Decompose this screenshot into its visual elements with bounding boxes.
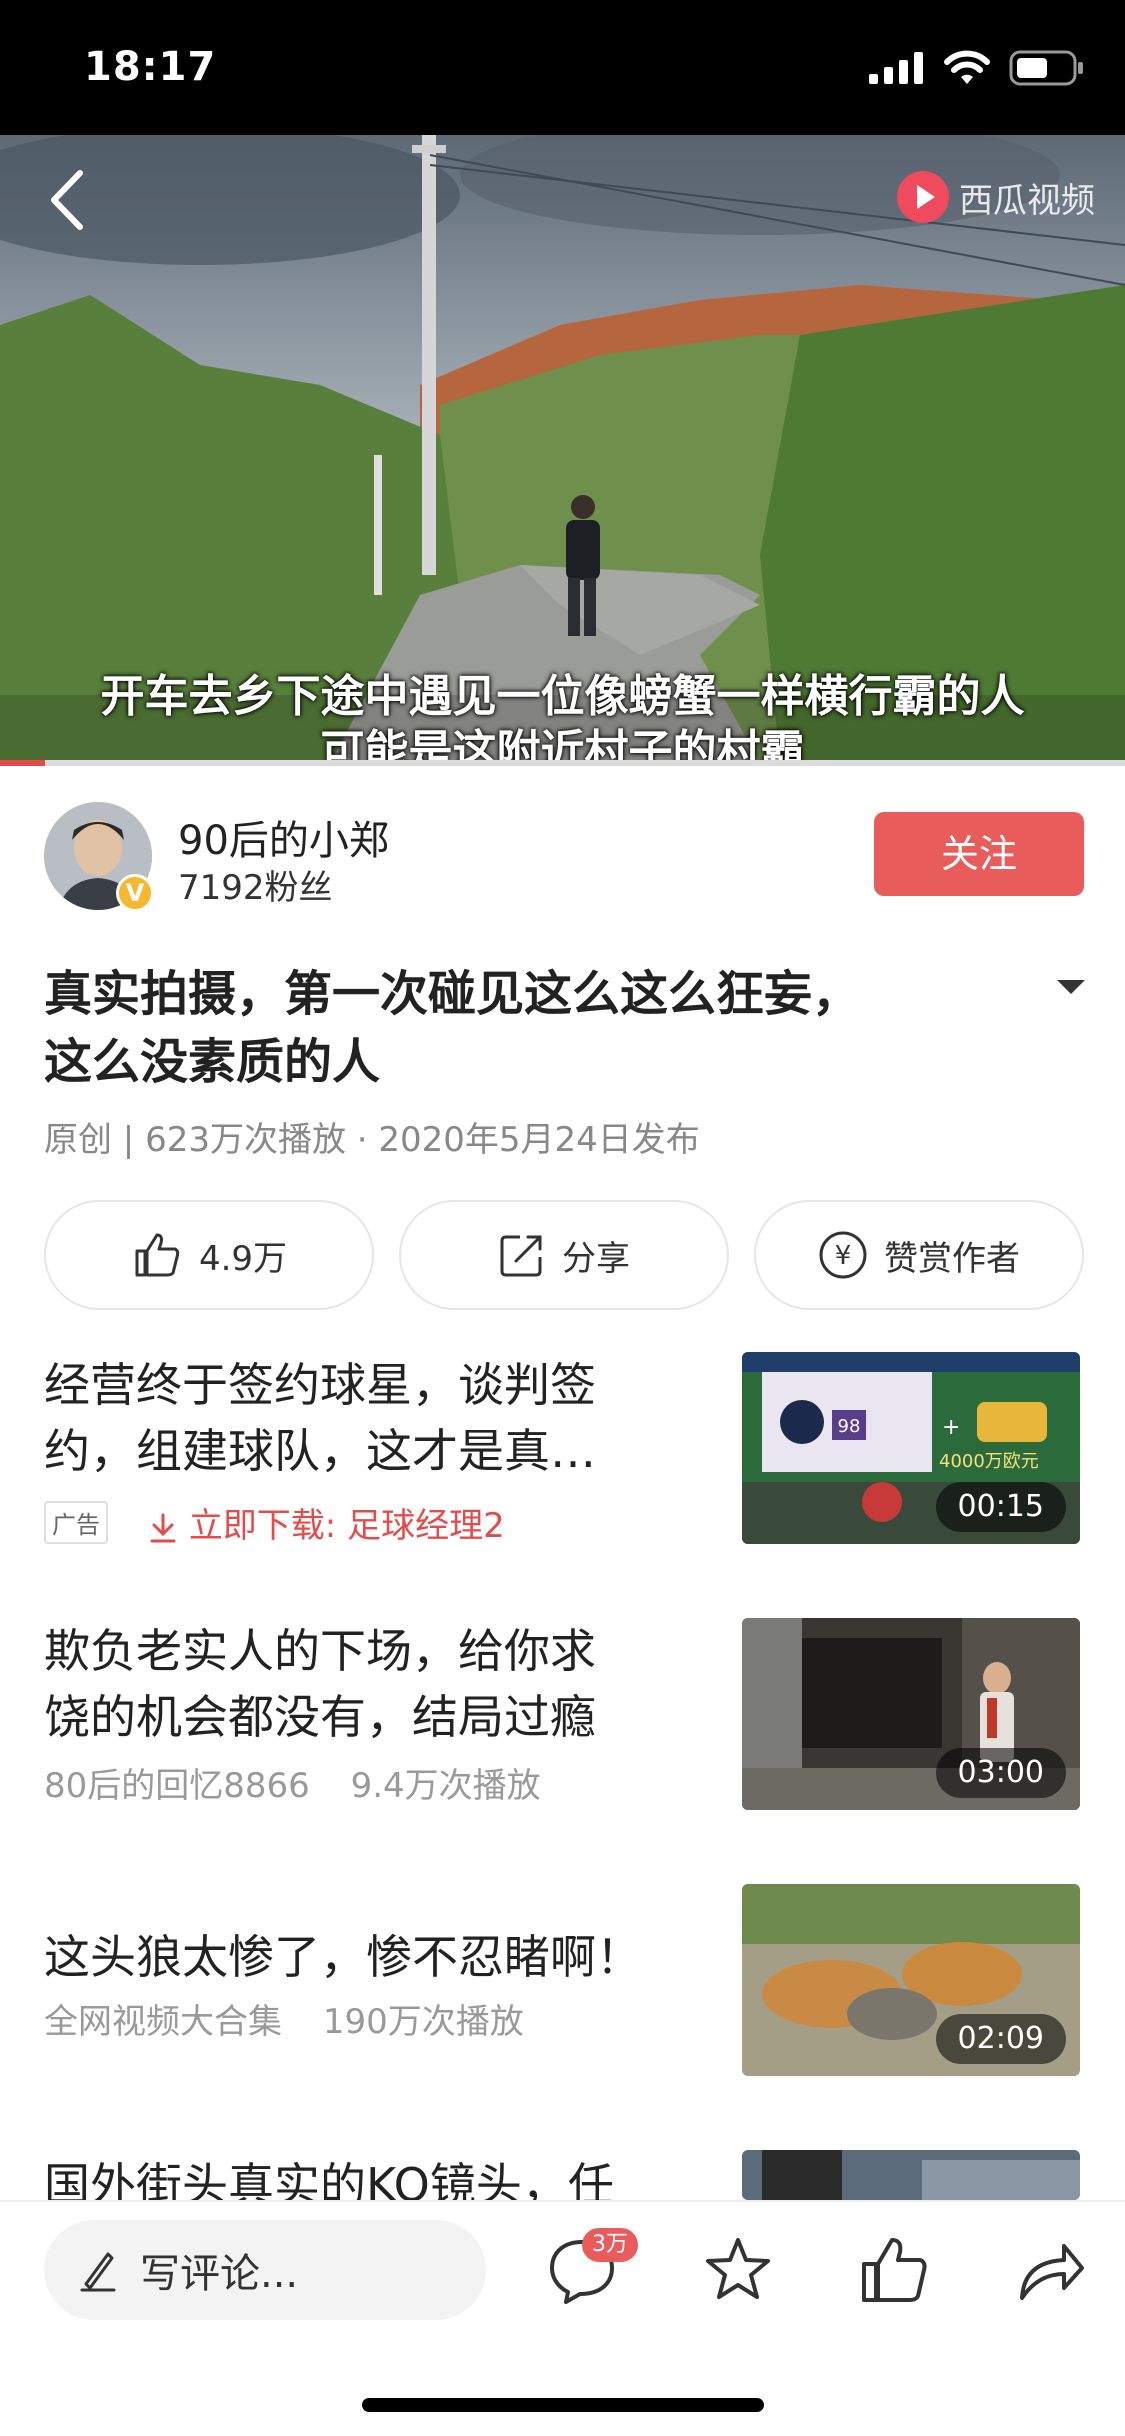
rec-source: 80后的回忆8866 bbox=[44, 1766, 310, 1806]
chevron-left-icon bbox=[51, 170, 83, 230]
list-item[interactable]: 这头狼太惨了，惨不忍睹啊！ 全网视频大合集 190万次播放 02:09 bbox=[44, 1884, 1080, 2080]
author-name[interactable]: 90后的小郑 bbox=[178, 808, 389, 866]
duration-badge: 03:00 bbox=[935, 1748, 1066, 1798]
verified-badge: V bbox=[116, 874, 154, 912]
duration-badge: 00:15 bbox=[935, 1482, 1066, 1532]
video-title-line2: 这么没素质的人 bbox=[44, 1034, 381, 1090]
xigua-logo: 西瓜视频 bbox=[895, 169, 1095, 225]
author-row: V 90后的小郑 7192粉丝 关注 bbox=[44, 802, 1084, 912]
signal-icon bbox=[869, 52, 923, 84]
svg-text:+: + bbox=[942, 1415, 960, 1440]
rec-title-line1: 欺负老实人的下场，给你求 bbox=[44, 1624, 596, 1678]
wifi-icon bbox=[944, 50, 990, 84]
rec-source: 全网视频大合集 bbox=[44, 2002, 282, 2042]
video-player[interactable]: 西瓜视频 开车去乡下途中遇见一位像螃蟹一样横行霸的人 可能是这附近村子的村霸 bbox=[0, 135, 1125, 763]
video-title-line1: 真实拍摄，第一次碰见这么这么狂妄， bbox=[44, 966, 861, 1022]
thumbs-up-icon bbox=[135, 1233, 180, 1277]
battery-icon bbox=[1009, 50, 1083, 86]
share-icon bbox=[500, 1235, 542, 1277]
share-button[interactable]: 分享 bbox=[399, 1200, 729, 1310]
reward-label: 赞赏作者 bbox=[884, 1238, 1020, 1279]
rec-plays: 190万次播放 bbox=[322, 2002, 524, 2042]
play-logo-icon bbox=[897, 171, 949, 223]
like-count: 4.9万 bbox=[198, 1238, 288, 1279]
logo-text: 西瓜视频 bbox=[959, 180, 1095, 221]
list-item[interactable]: 经营终于签约球星，谈判签 约，组建球队，这才是真… 广告 立即下载: 足球经理2… bbox=[44, 1352, 1080, 1548]
status-icons bbox=[869, 50, 1085, 86]
thumb-rating: 98 bbox=[838, 1416, 861, 1437]
author-fans: 7192粉丝 bbox=[178, 868, 333, 908]
rec-thumbnail: 02:09 bbox=[742, 1884, 1080, 2076]
back-button[interactable] bbox=[40, 165, 100, 235]
favorite-button[interactable] bbox=[700, 2232, 776, 2308]
download-icon bbox=[150, 1513, 176, 1542]
video-progress-bar[interactable] bbox=[0, 760, 1125, 766]
rec-title: 经营终于签约球星，谈判签 约，组建球队，这才是真… bbox=[44, 1352, 684, 1484]
duration-badge: 02:09 bbox=[935, 2014, 1066, 2064]
expand-arrow-icon[interactable] bbox=[1057, 980, 1085, 994]
yuan-coin-icon: ¥ bbox=[819, 1231, 867, 1279]
rec-thumbnail bbox=[742, 2150, 1080, 2200]
rec-title-line2: 约，组建球队，这才是真… bbox=[44, 1424, 596, 1478]
follow-button[interactable]: 关注 bbox=[874, 812, 1084, 896]
star-icon bbox=[706, 2238, 770, 2299]
rec-title-line2: 饶的机会都没有，结局过瘾 bbox=[44, 1690, 596, 1744]
rec-thumbnail: 98 + 4000万欧元 00:15 bbox=[742, 1352, 1080, 1544]
list-item[interactable]: 国外街头真实的KO镜头，任 bbox=[44, 2150, 1080, 2200]
thumb-text: 4000万欧元 bbox=[939, 1451, 1039, 1472]
video-title: 真实拍摄，第一次碰见这么这么狂妄， 这么没素质的人 bbox=[44, 960, 1034, 1096]
video-meta: 原创 | 623万次播放 · 2020年5月24日发布 bbox=[44, 1120, 700, 1160]
like-bottom-button[interactable] bbox=[856, 2232, 932, 2308]
action-row: 4.9万 分享 ¥ 赞赏作者 bbox=[44, 1200, 1084, 1310]
ad-row: 广告 立即下载: 足球经理2 bbox=[44, 1498, 505, 1547]
video-subtitle-line2: 可能是这附近村子的村霸 bbox=[320, 726, 805, 763]
comment-placeholder: 写评论... bbox=[140, 2251, 299, 2297]
video-progress-fill bbox=[0, 760, 45, 766]
rec-meta: 80后的回忆8866 9.4万次播放 bbox=[44, 1758, 541, 1807]
rec-title-line1: 这头狼太惨了，惨不忍睹啊！ bbox=[44, 1930, 642, 1984]
comment-count-badge: 3万 bbox=[582, 2228, 638, 2262]
ad-badge: 广告 bbox=[44, 1501, 108, 1544]
home-indicator[interactable] bbox=[362, 2398, 764, 2412]
rec-meta: 全网视频大合集 190万次播放 bbox=[44, 1994, 524, 2043]
rec-thumbnail: 03:00 bbox=[742, 1618, 1080, 1810]
thumbs-up-icon bbox=[862, 2238, 927, 2302]
rec-plays: 9.4万次播放 bbox=[350, 1766, 541, 1806]
rec-title: 这头狼太惨了，惨不忍睹啊！ bbox=[44, 1924, 684, 1990]
comment-input[interactable]: 写评论... bbox=[44, 2220, 486, 2320]
status-bar: 18:17 bbox=[0, 0, 1125, 135]
rec-title-line1: 国外街头真实的KO镜头，任 bbox=[44, 2158, 614, 2200]
thumbnail-image bbox=[742, 2150, 1080, 2200]
download-link-label: 立即下载: 足球经理2 bbox=[188, 1506, 505, 1546]
forward-share-button[interactable] bbox=[1012, 2232, 1088, 2308]
pen-icon bbox=[80, 2252, 116, 2292]
forward-arrow-icon bbox=[1020, 2244, 1084, 2300]
rec-title: 国外街头真实的KO镜头，任 bbox=[44, 2152, 684, 2200]
yuan-symbol: ¥ bbox=[835, 1241, 852, 1271]
download-link[interactable]: 立即下载: 足球经理2 bbox=[149, 1506, 505, 1546]
share-label: 分享 bbox=[562, 1238, 630, 1279]
status-time: 18:17 bbox=[84, 44, 217, 90]
like-button[interactable]: 4.9万 bbox=[44, 1200, 374, 1310]
rec-title-line1: 经营终于签约球星，谈判签 bbox=[44, 1358, 596, 1412]
rec-title: 欺负老实人的下场，给你求 饶的机会都没有，结局过瘾 bbox=[44, 1618, 684, 1750]
list-item[interactable]: 欺负老实人的下场，给你求 饶的机会都没有，结局过瘾 80后的回忆8866 9.4… bbox=[44, 1618, 1080, 1814]
reward-author-button[interactable]: ¥ 赞赏作者 bbox=[754, 1200, 1084, 1310]
